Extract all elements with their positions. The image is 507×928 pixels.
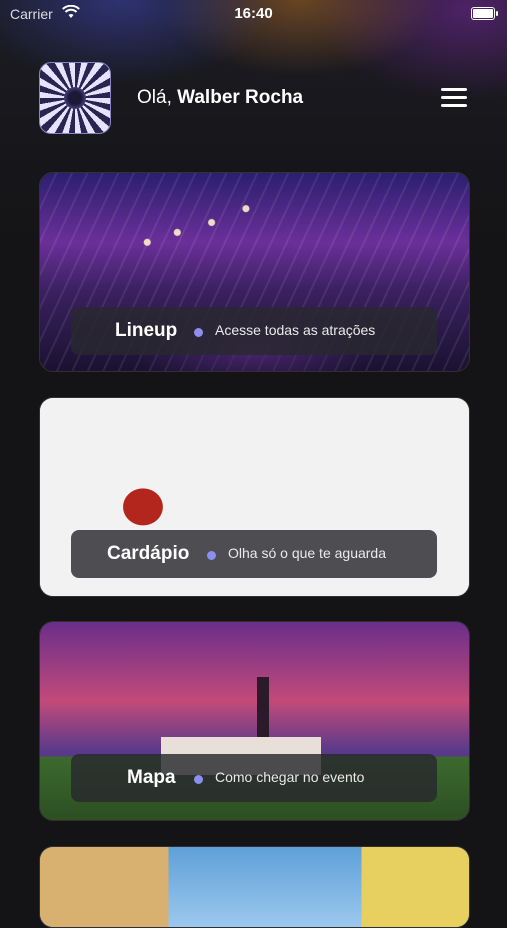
card-mapa[interactable]: Mapa Como chegar no evento xyxy=(39,621,470,821)
bullet-dot-icon xyxy=(207,551,216,560)
status-bar: Carrier 16:40 xyxy=(0,0,507,28)
card-partial[interactable] xyxy=(39,846,470,928)
card-subtitle: Como chegar no evento xyxy=(215,769,365,785)
status-time: 16:40 xyxy=(234,5,273,22)
city-image xyxy=(40,847,469,927)
card-label: Mapa Como chegar no evento xyxy=(71,754,437,802)
greeting: Olá, Walber Rocha xyxy=(137,87,303,109)
greeting-prefix: Olá, xyxy=(137,87,172,108)
user-name: Walber Rocha xyxy=(177,87,304,108)
battery-icon xyxy=(471,7,498,20)
header: Olá, Walber Rocha xyxy=(0,60,507,136)
bullet-dot-icon xyxy=(194,328,203,337)
card-subtitle: Acesse todas as atrações xyxy=(215,322,376,338)
app-logo xyxy=(39,62,111,134)
card-lineup[interactable]: Lineup Acesse todas as atrações xyxy=(39,172,470,372)
bullet-dot-icon xyxy=(194,775,203,784)
card-title: Lineup xyxy=(115,320,178,341)
card-cardapio[interactable]: Cardápio Olha só o que te aguarda xyxy=(39,397,470,597)
card-title: Mapa xyxy=(127,767,176,788)
card-label: Cardápio Olha só o que te aguarda xyxy=(71,530,437,578)
card-title: Cardápio xyxy=(107,543,190,564)
card-label: Lineup Acesse todas as atrações xyxy=(71,307,437,355)
card-subtitle: Olha só o que te aguarda xyxy=(228,545,387,561)
menu-icon[interactable] xyxy=(441,88,467,110)
